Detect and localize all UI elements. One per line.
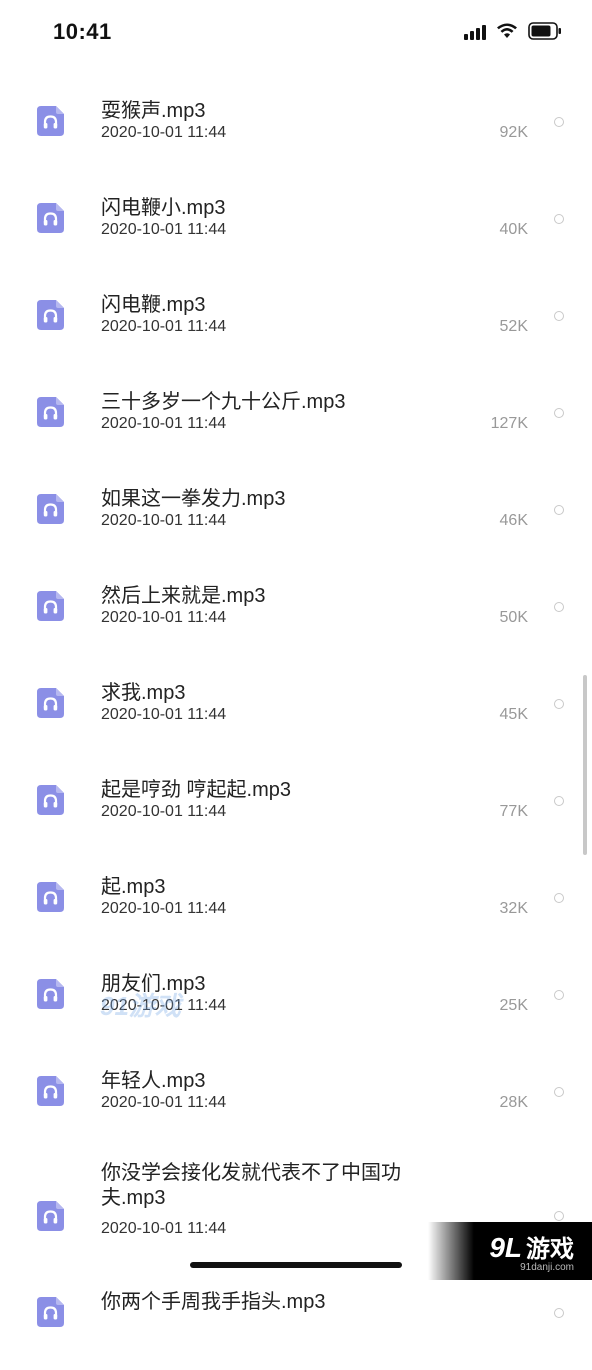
select-radio-button[interactable] xyxy=(554,408,564,418)
file-date: 2020-10-01 11:44 xyxy=(101,609,227,626)
watermark-url: 91danji.com xyxy=(520,1262,574,1273)
file-list-item[interactable]: 耍猴声.mp3 2020-10-01 11:44 92K xyxy=(0,82,592,179)
select-radio-button[interactable] xyxy=(554,796,564,806)
file-name: 三十多岁一个九十公斤.mp3 xyxy=(101,391,346,413)
file-name: 如果这一拳发力.mp3 xyxy=(101,488,286,510)
headphones-file-icon xyxy=(37,397,64,427)
file-date: 2020-10-01 11:44 xyxy=(101,415,227,432)
file-list-item[interactable]: 起是哼劲 哼起起.mp3 2020-10-01 11:44 77K xyxy=(0,761,592,858)
status-icons xyxy=(464,22,562,40)
file-size: 40K xyxy=(499,221,528,238)
file-size: 46K xyxy=(499,512,528,529)
battery-icon xyxy=(528,22,562,40)
headphones-file-icon xyxy=(37,979,64,1009)
file-list-item[interactable]: 如果这一拳发力.mp3 2020-10-01 11:44 46K xyxy=(0,470,592,567)
select-radio-button[interactable] xyxy=(554,214,564,224)
headphones-file-icon xyxy=(37,1076,64,1106)
file-name: 求我.mp3 xyxy=(101,682,186,704)
file-date: 2020-10-01 11:44 xyxy=(101,124,227,141)
select-radio-button[interactable] xyxy=(554,602,564,612)
file-date: 2020-10-01 11:44 xyxy=(101,512,227,529)
file-list-item[interactable]: 闪电鞭.mp3 2020-10-01 11:44 52K xyxy=(0,276,592,373)
file-date: 2020-10-01 11:44 xyxy=(101,1220,227,1237)
file-size: 52K xyxy=(499,318,528,335)
file-date: 2020-10-01 11:44 xyxy=(101,318,227,335)
select-radio-button[interactable] xyxy=(554,893,564,903)
watermark: 9L 游戏 91danji.com xyxy=(428,1222,592,1280)
file-size: 28K xyxy=(499,1094,528,1111)
file-name: 起是哼劲 哼起起.mp3 xyxy=(101,779,292,801)
file-list-item[interactable]: 起.mp3 2020-10-01 11:44 32K xyxy=(0,858,592,955)
status-bar: 10:41 xyxy=(0,0,592,64)
file-list-item[interactable]: 你两个手周我手指头.mp3 xyxy=(0,1273,592,1370)
status-time: 10:41 xyxy=(53,19,112,44)
select-radio-button[interactable] xyxy=(554,699,564,709)
watermark-overlay: 91游戏 xyxy=(100,991,181,1021)
watermark-logo: 9L 游戏 xyxy=(489,1229,574,1264)
wifi-icon xyxy=(496,23,518,39)
file-size: 25K xyxy=(499,997,528,1014)
select-radio-button[interactable] xyxy=(554,505,564,515)
file-date: 2020-10-01 11:44 xyxy=(101,706,227,723)
cellular-signal-icon xyxy=(464,22,486,40)
file-size: 77K xyxy=(499,803,528,820)
headphones-file-icon xyxy=(37,106,64,136)
file-size: 127K xyxy=(490,415,528,432)
file-size: 50K xyxy=(499,609,528,626)
file-list-item[interactable]: 闪电鞭小.mp3 2020-10-01 11:44 40K xyxy=(0,179,592,276)
file-size: 92K xyxy=(499,124,528,141)
file-date: 2020-10-01 11:44 xyxy=(101,221,227,238)
headphones-file-icon xyxy=(37,203,64,233)
file-name: 你没学会接化发就代表不了中国功夫.mp3 xyxy=(101,1162,401,1209)
file-date: 2020-10-01 11:44 xyxy=(101,900,227,917)
headphones-file-icon xyxy=(37,591,64,621)
headphones-file-icon xyxy=(37,1201,64,1231)
file-date: 2020-10-01 11:44 xyxy=(101,803,227,820)
scrollbar[interactable] xyxy=(583,675,587,855)
file-list-item[interactable]: 朋友们.mp3 2020-10-01 11:44 25K xyxy=(0,955,592,1052)
select-radio-button[interactable] xyxy=(554,117,564,127)
file-name: 你两个手周我手指头.mp3 xyxy=(101,1291,326,1313)
headphones-file-icon xyxy=(37,785,64,815)
watermark-logo-text: 游戏 xyxy=(526,1236,574,1263)
file-list: 耍猴声.mp3 2020-10-01 11:44 92K 闪电鞭小.mp3 2020-1… xyxy=(0,82,592,1370)
file-list-item[interactable]: 年轻人.mp3 2020-10-01 11:44 28K xyxy=(0,1052,592,1149)
file-name: 耍猴声.mp3 xyxy=(101,100,206,122)
headphones-file-icon xyxy=(37,1297,64,1327)
headphones-file-icon xyxy=(37,688,64,718)
headphones-file-icon xyxy=(37,882,64,912)
home-indicator[interactable] xyxy=(190,1262,402,1268)
file-date: 2020-10-01 11:44 xyxy=(101,1094,227,1111)
file-list-item[interactable]: 求我.mp3 2020-10-01 11:44 45K xyxy=(0,664,592,761)
file-list-item[interactable]: 三十多岁一个九十公斤.mp3 2020-10-01 11:44 127K xyxy=(0,373,592,470)
file-size: 45K xyxy=(499,706,528,723)
file-name: 闪电鞭小.mp3 xyxy=(101,197,226,219)
watermark-logo-num: 9L xyxy=(489,1232,522,1263)
select-radio-button[interactable] xyxy=(554,311,564,321)
file-size: 32K xyxy=(499,900,528,917)
file-name: 起.mp3 xyxy=(101,876,166,898)
file-name: 然后上来就是.mp3 xyxy=(101,585,266,607)
file-name: 年轻人.mp3 xyxy=(101,1070,206,1092)
select-radio-button[interactable] xyxy=(554,1211,564,1221)
file-name: 闪电鞭.mp3 xyxy=(101,294,206,316)
select-radio-button[interactable] xyxy=(554,990,564,1000)
headphones-file-icon xyxy=(37,300,64,330)
select-radio-button[interactable] xyxy=(554,1087,564,1097)
file-list-item[interactable]: 然后上来就是.mp3 2020-10-01 11:44 50K xyxy=(0,567,592,664)
headphones-file-icon xyxy=(37,494,64,524)
select-radio-button[interactable] xyxy=(554,1308,564,1318)
